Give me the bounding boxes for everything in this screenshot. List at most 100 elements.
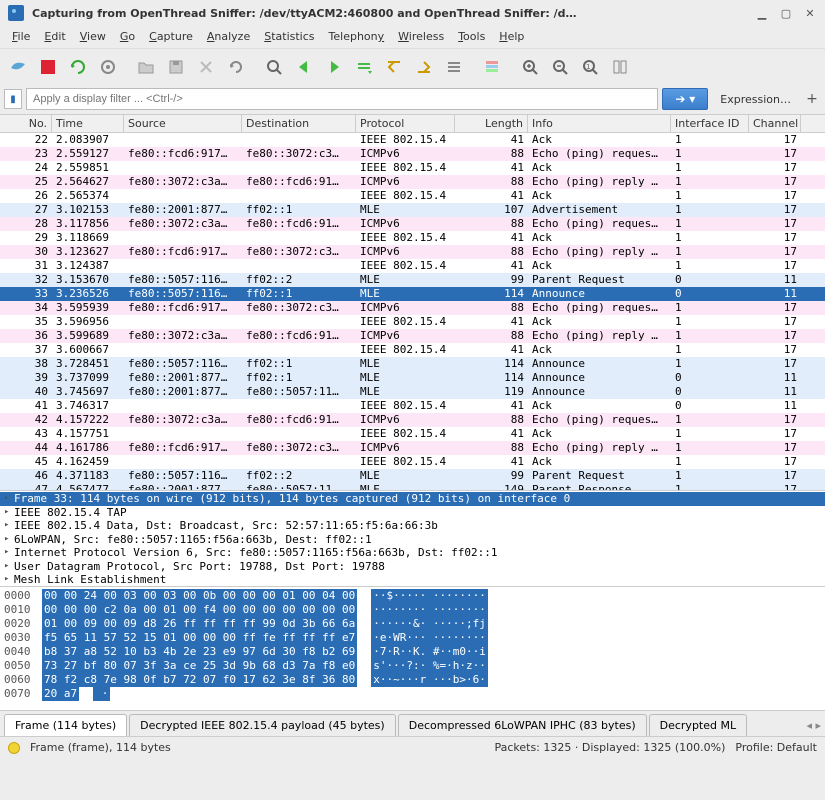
detail-row[interactable]: ▸Internet Protocol Version 6, Src: fe80:… [0,546,825,560]
packet-row[interactable]: 464.371183fe80::5057:116…ff02::2MLE99Par… [0,469,825,483]
tab-6lowpan[interactable]: Decompressed 6LoWPAN IPHC (83 bytes) [398,714,647,736]
packet-row[interactable]: 403.745697fe80::2001:877…fe80::5057:11…M… [0,385,825,399]
col-no[interactable]: No. [0,115,52,132]
menu-telephony[interactable]: Telephony [323,28,391,46]
packet-row[interactable]: 383.728451fe80::5057:116…ff02::1MLE114An… [0,357,825,371]
col-length[interactable]: Length [455,115,528,132]
restart-capture-icon[interactable] [64,53,92,81]
packet-bytes[interactable]: 000000 00 24 00 03 00 03 00 0b 00 00 00 … [0,586,825,710]
packet-row[interactable]: 474.567477fe80::2001:877…fe80::5057:11…M… [0,483,825,490]
status-profile[interactable]: Profile: Default [735,741,817,754]
col-destination[interactable]: Destination [242,115,356,132]
tabs-scroll[interactable]: ◂ ▸ [806,719,821,736]
find-packet-icon[interactable] [260,53,288,81]
detail-row[interactable]: ▸User Datagram Protocol, Src Port: 19788… [0,560,825,574]
hex-row[interactable]: 005073 27 bf 80 07 3f 3a ce 25 3d 9b 68 … [4,659,821,673]
status-packets: Packets: 1325 · Displayed: 1325 (100.0%) [494,741,725,754]
hex-row[interactable]: 006078 f2 c8 7e 98 0f b7 72 07 f0 17 62 … [4,673,821,687]
resize-columns-icon[interactable] [606,53,634,81]
packet-list[interactable]: No. Time Source Destination Protocol Len… [0,114,825,490]
filter-bookmark-icon[interactable]: ▮ [4,89,22,109]
packet-row[interactable]: 373.600667IEEE 802.15.441Ack117 [0,343,825,357]
packet-row[interactable]: 222.083907IEEE 802.15.441Ack117 [0,133,825,147]
hex-row[interactable]: 007020 a7 · [4,687,821,701]
menu-wireless[interactable]: Wireless [392,28,450,46]
add-filter-button[interactable]: + [803,91,821,107]
packet-row[interactable]: 333.236526fe80::5057:116…ff02::1MLE114An… [0,287,825,301]
col-time[interactable]: Time [52,115,124,132]
maximize-button[interactable]: ▢ [779,6,793,20]
hex-row[interactable]: 001000 00 00 c2 0a 00 01 00 f4 00 00 00 … [4,603,821,617]
hex-row[interactable]: 0040b8 37 a8 52 10 b3 4b 2e 23 e9 97 6d … [4,645,821,659]
stop-capture-icon[interactable] [34,53,62,81]
col-channel[interactable]: Channel [749,115,801,132]
detail-row[interactable]: ▸IEEE 802.15.4 TAP [0,506,825,520]
packet-row[interactable]: 262.565374IEEE 802.15.441Ack117 [0,189,825,203]
tab-decrypted-ml[interactable]: Decrypted ML [649,714,747,736]
expression-button[interactable]: Expression… [712,90,799,109]
goto-packet-icon[interactable] [350,53,378,81]
col-info[interactable]: Info [528,115,671,132]
packet-row[interactable]: 454.162459IEEE 802.15.441Ack117 [0,455,825,469]
packet-row[interactable]: 363.599689fe80::3072:c3a…fe80::fcd6:91…I… [0,329,825,343]
detail-row[interactable]: ▸6LoWPAN, Src: fe80::5057:1165:f56a:663b… [0,533,825,547]
menu-tools[interactable]: Tools [452,28,491,46]
save-file-icon[interactable] [162,53,190,81]
packet-row[interactable]: 444.161786fe80::fcd6:917…fe80::3072:c3…I… [0,441,825,455]
menu-file[interactable]: File [6,28,36,46]
packet-row[interactable]: 343.595939fe80::fcd6:917…fe80::3072:c3…I… [0,301,825,315]
goto-first-icon[interactable] [380,53,408,81]
menu-help[interactable]: Help [493,28,530,46]
close-file-icon[interactable] [192,53,220,81]
hex-row[interactable]: 002001 00 09 00 09 d8 26 ff ff ff ff 99 … [4,617,821,631]
detail-row[interactable]: ▸Frame 33: 114 bytes on wire (912 bits),… [0,492,825,506]
minimize-button[interactable]: ▁ [755,6,769,20]
close-button[interactable]: ✕ [803,6,817,20]
reload-icon[interactable] [222,53,250,81]
col-interface[interactable]: Interface ID [671,115,749,132]
menu-edit[interactable]: Edit [38,28,71,46]
menu-view[interactable]: View [74,28,112,46]
zoom-reset-icon[interactable]: 1 [576,53,604,81]
hex-row[interactable]: 0030f5 65 11 57 52 15 01 00 00 00 ff fe … [4,631,821,645]
packet-row[interactable]: 353.596956IEEE 802.15.441Ack117 [0,315,825,329]
col-source[interactable]: Source [124,115,242,132]
colorize-icon[interactable] [478,53,506,81]
packet-row[interactable]: 252.564627fe80::3072:c3a…fe80::fcd6:91…I… [0,175,825,189]
go-forward-icon[interactable] [320,53,348,81]
menu-analyze[interactable]: Analyze [201,28,256,46]
hex-row[interactable]: 000000 00 24 00 03 00 03 00 0b 00 00 00 … [4,589,821,603]
packet-row[interactable]: 293.118669IEEE 802.15.441Ack117 [0,231,825,245]
tab-decrypted-802154[interactable]: Decrypted IEEE 802.15.4 payload (45 byte… [129,714,396,736]
go-back-icon[interactable] [290,53,318,81]
zoom-in-icon[interactable] [516,53,544,81]
packet-row[interactable]: 424.157222fe80::3072:c3a…fe80::fcd6:91…I… [0,413,825,427]
goto-last-icon[interactable] [410,53,438,81]
packet-details[interactable]: ▸Frame 33: 114 bytes on wire (912 bits),… [0,490,825,586]
packet-row[interactable]: 303.123627fe80::fcd6:917…fe80::3072:c3…I… [0,245,825,259]
col-protocol[interactable]: Protocol [356,115,455,132]
filter-apply-button[interactable]: ➔ ▾ [662,88,708,110]
zoom-out-icon[interactable] [546,53,574,81]
packet-row[interactable]: 273.102153fe80::2001:877…ff02::1MLE107Ad… [0,203,825,217]
detail-row[interactable]: ▸Mesh Link Establishment [0,573,825,586]
packet-row[interactable]: 242.559851IEEE 802.15.441Ack117 [0,161,825,175]
packet-row[interactable]: 283.117856fe80::3072:c3a…fe80::fcd6:91…I… [0,217,825,231]
packet-row[interactable]: 434.157751IEEE 802.15.441Ack117 [0,427,825,441]
display-filter-input[interactable] [26,88,658,110]
tab-frame[interactable]: Frame (114 bytes) [4,714,127,736]
packet-row[interactable]: 323.153670fe80::5057:116…ff02::2MLE99Par… [0,273,825,287]
expert-info-icon[interactable] [8,742,20,754]
packet-row[interactable]: 393.737099fe80::2001:877…ff02::1MLE114An… [0,371,825,385]
menu-capture[interactable]: Capture [143,28,199,46]
capture-options-icon[interactable] [94,53,122,81]
menu-statistics[interactable]: Statistics [258,28,320,46]
autoscroll-icon[interactable] [440,53,468,81]
start-capture-icon[interactable] [4,53,32,81]
packet-row[interactable]: 413.746317IEEE 802.15.441Ack011 [0,399,825,413]
detail-row[interactable]: ▸IEEE 802.15.4 Data, Dst: Broadcast, Src… [0,519,825,533]
packet-row[interactable]: 313.124387IEEE 802.15.441Ack117 [0,259,825,273]
packet-row[interactable]: 232.559127fe80::fcd6:917…fe80::3072:c3…I… [0,147,825,161]
menu-go[interactable]: Go [114,28,141,46]
open-file-icon[interactable] [132,53,160,81]
